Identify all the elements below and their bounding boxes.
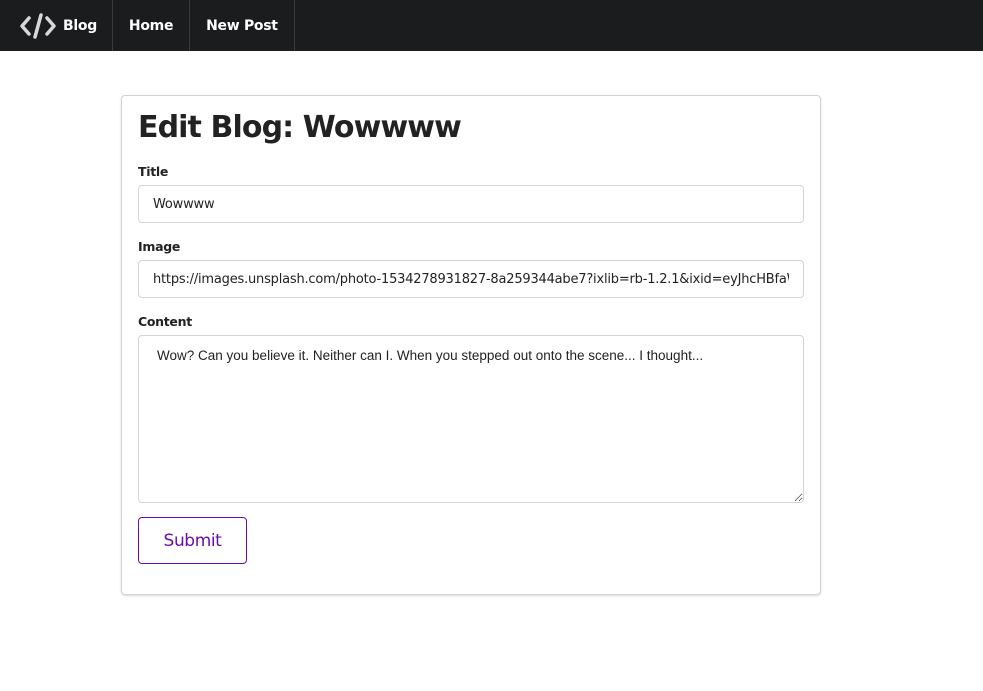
top-navbar: Blog Home New Post: [0, 0, 983, 51]
nav-new-post-label: New Post: [206, 17, 278, 34]
nav-home-link[interactable]: Home: [113, 0, 191, 51]
submit-button[interactable]: Submit: [138, 517, 247, 564]
title-label: Title: [138, 164, 169, 179]
content-label: Content: [138, 314, 192, 329]
code-icon: [20, 12, 56, 39]
edit-blog-card: Edit Blog: Wowwww Title Image Content Wo…: [121, 95, 821, 595]
brand-link[interactable]: Blog: [0, 0, 113, 51]
image-label: Image: [138, 239, 181, 254]
content-textarea[interactable]: Wow? Can you believe it. Neither can I. …: [138, 335, 804, 503]
brand-label: Blog: [63, 17, 97, 34]
image-url-input[interactable]: [138, 260, 804, 298]
title-input[interactable]: [138, 185, 804, 223]
nav-new-post-link[interactable]: New Post: [190, 0, 295, 51]
nav-home-label: Home: [128, 17, 174, 34]
page-title: Edit Blog: Wowwww: [138, 110, 462, 145]
